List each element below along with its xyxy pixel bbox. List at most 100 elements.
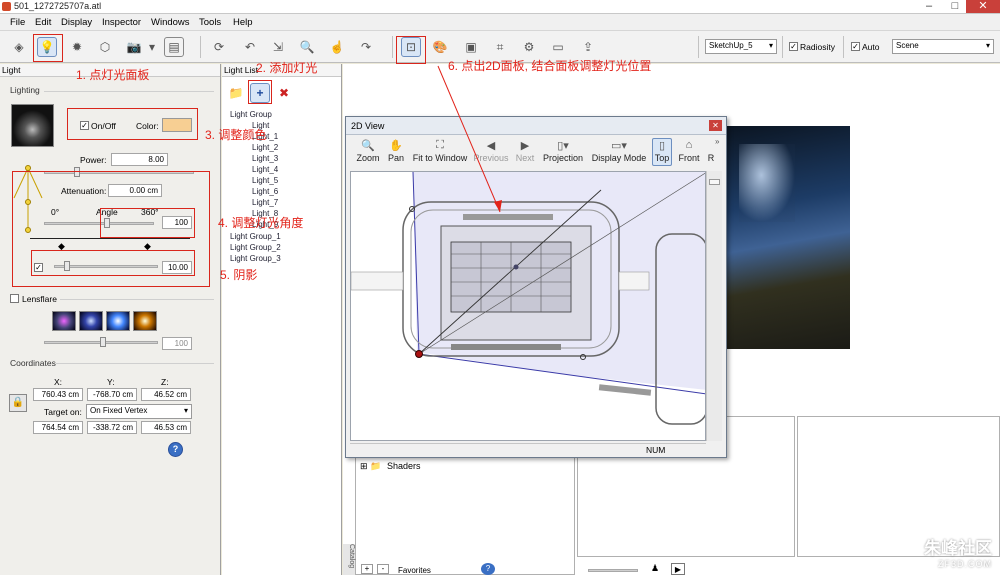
play-icon[interactable]: ▶	[671, 563, 685, 575]
next-button[interactable]: ▶ Next	[513, 139, 537, 163]
lensflare-checkbox[interactable]	[10, 294, 19, 303]
hand-icon: ✋	[389, 140, 403, 152]
catalog-tab[interactable]: Catalog	[343, 544, 355, 575]
lock-icon[interactable]: 🔒	[9, 394, 27, 412]
top-view-button[interactable]: ▯ Top	[652, 138, 672, 166]
target-select[interactable]: On Fixed Vertex	[86, 404, 192, 419]
delete-light-icon[interactable]: ✖	[274, 83, 294, 103]
top-label: Top	[654, 153, 670, 163]
auto-checkbox[interactable]: ✓	[851, 42, 860, 51]
lensflare-input[interactable]: 100	[162, 337, 192, 350]
tree-item[interactable]: Light Group	[230, 110, 272, 119]
tree-item[interactable]: Light_4	[252, 165, 278, 174]
add-group-icon[interactable]: 📁	[226, 83, 246, 103]
menu-file[interactable]: File	[10, 17, 25, 28]
lensflare-preset-3[interactable]	[106, 311, 130, 331]
watermark-text: 朱峰社区	[924, 539, 992, 558]
toolbar-separator	[392, 36, 393, 58]
pan-button[interactable]: ✋ Pan	[386, 139, 406, 163]
z-coordinate-input[interactable]: 46.52 cm	[141, 388, 191, 401]
palette-icon[interactable]: 🎨	[430, 37, 450, 57]
menu-windows[interactable]: Windows	[151, 17, 190, 28]
refresh-icon[interactable]: ⟳	[209, 37, 229, 57]
window-icon[interactable]: ▭	[548, 37, 568, 57]
crosswalk-left	[351, 271, 404, 291]
x-coordinate-input[interactable]: 760.43 cm	[33, 388, 83, 401]
power-input[interactable]: 8.00	[111, 153, 168, 166]
redo-icon[interactable]: ↷	[356, 37, 376, 57]
page-icon[interactable]: ▤	[164, 37, 184, 57]
remove-favorite-button[interactable]: -	[377, 564, 389, 574]
move-icon[interactable]: ⇲	[268, 37, 288, 57]
annotation-box-add-light	[248, 80, 272, 104]
annotation-step-5: 5. 阴影	[220, 268, 258, 282]
camera-dropdown-icon[interactable]: ▾	[147, 37, 157, 57]
annotation-step-3: 3. 调整颜色	[205, 128, 267, 142]
zoom-icon[interactable]: 🔍	[297, 37, 317, 57]
sun-icon[interactable]: ✹	[67, 37, 87, 57]
front-label: Front	[678, 153, 700, 163]
front-view-button[interactable]: ⌂ Front	[677, 139, 701, 163]
lensflare-preset-1[interactable]	[52, 311, 76, 331]
image-icon[interactable]: ▣	[461, 37, 481, 57]
lensflare-preset-4[interactable]	[133, 311, 157, 331]
tree-item[interactable]: Light_2	[252, 143, 278, 152]
vertical-scrollbar[interactable]	[706, 171, 722, 441]
target-x-input[interactable]: 764.54 cm	[33, 421, 83, 434]
maximize-button[interactable]: □	[942, 0, 968, 13]
tree-item[interactable]: Light Group_1	[230, 232, 281, 241]
fit-to-window-button[interactable]: ⛶ Fit to Window	[410, 139, 470, 163]
overflow-chevron-icon[interactable]: »	[715, 137, 719, 146]
annotation-step-2: 2. 添加灯光	[256, 61, 318, 75]
lensflare-slider-thumb[interactable]	[100, 337, 106, 347]
tree-item[interactable]: Light Group_2	[230, 243, 281, 252]
y-coordinate-input[interactable]: -768.70 cm	[87, 388, 137, 401]
lensflare-preset-2[interactable]	[79, 311, 103, 331]
tree-item[interactable]: Light Group_3	[230, 254, 281, 263]
menu-help[interactable]: Help	[233, 17, 253, 28]
help-icon[interactable]: ?	[168, 442, 183, 457]
undo-icon[interactable]: ↶	[240, 37, 260, 57]
dialog-close-button[interactable]: ✕	[709, 120, 722, 131]
tree-item[interactable]: Light_7	[252, 198, 278, 207]
renderer-select[interactable]: SketchUp_5	[705, 39, 777, 54]
render-preview-image	[727, 126, 850, 349]
display-mode-button[interactable]: ▭▾ Display Mode	[589, 139, 649, 163]
gear-icon[interactable]: ⚙	[519, 37, 539, 57]
person-icon[interactable]: ♟	[651, 563, 659, 574]
scroll-thumb[interactable]	[709, 179, 720, 185]
app-icon	[2, 2, 11, 11]
target-y-input[interactable]: -338.72 cm	[87, 421, 137, 434]
help-icon[interactable]: ?	[481, 563, 495, 575]
export-icon[interactable]: ⇪	[578, 37, 598, 57]
scene-select[interactable]: Scene	[892, 39, 994, 54]
shaders-label[interactable]: Shaders	[387, 461, 421, 471]
menu-display[interactable]: Display	[61, 17, 92, 28]
menu-edit[interactable]: Edit	[35, 17, 51, 28]
zoom-button[interactable]: 🔍 Zoom	[354, 139, 382, 163]
arrow-left-icon: ◀	[486, 140, 496, 152]
magnifier-icon: 🔍	[361, 140, 375, 152]
tree-item[interactable]: Light_5	[252, 176, 278, 185]
select-icon[interactable]: ☝	[327, 37, 347, 57]
target-marker	[513, 264, 519, 270]
tree-item[interactable]: Light_3	[252, 154, 278, 163]
tree-expand-icon[interactable]: ⊞ 📁	[360, 461, 381, 472]
cube-icon[interactable]: ⬡	[95, 37, 115, 57]
tree-item[interactable]: Light_6	[252, 187, 278, 196]
close-button[interactable]: ✕	[966, 0, 1000, 13]
menu-inspector[interactable]: Inspector	[102, 17, 141, 28]
crop-icon[interactable]: ⌗	[490, 37, 510, 57]
projection-button[interactable]: ▯▾ Projection	[541, 139, 585, 163]
minimize-button[interactable]: –	[916, 0, 942, 13]
2d-view-canvas[interactable]	[350, 171, 706, 441]
menu-tools[interactable]: Tools	[199, 17, 221, 28]
paint-bucket-icon[interactable]: ◈	[9, 37, 29, 57]
previous-button[interactable]: ◀ Previous	[472, 139, 510, 163]
target-z-input[interactable]: 46.53 cm	[141, 421, 191, 434]
camera-icon[interactable]: 📷	[124, 37, 144, 57]
radiosity-checkbox[interactable]: ✓	[789, 42, 798, 51]
lensflare-label: Lensflare	[22, 294, 57, 304]
zoom-slider[interactable]	[588, 569, 638, 572]
add-favorite-button[interactable]: +	[361, 564, 373, 574]
